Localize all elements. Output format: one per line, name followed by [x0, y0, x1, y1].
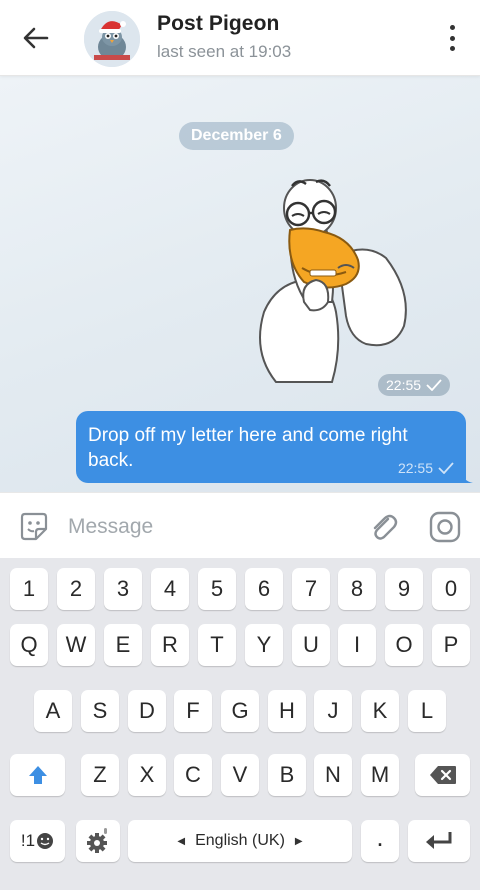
- chat-title[interactable]: Post Pigeon: [157, 12, 279, 36]
- key-r[interactable]: R: [151, 624, 189, 666]
- key-k[interactable]: K: [361, 690, 399, 732]
- gear-icon: [87, 828, 107, 853]
- arrow-left-icon: [23, 27, 49, 49]
- space-key[interactable]: ◀ English (UK) ▶: [128, 820, 352, 862]
- check-icon: [438, 462, 454, 474]
- key-8[interactable]: 8: [338, 568, 376, 610]
- duck-sticker[interactable]: [246, 172, 416, 400]
- key-n[interactable]: N: [314, 754, 352, 796]
- enter-arrow-icon: [426, 832, 452, 849]
- key-1[interactable]: 1: [10, 568, 48, 610]
- sticker-emoji-icon[interactable]: [18, 511, 50, 543]
- shift-arrow-icon: [28, 766, 47, 784]
- key-j[interactable]: J: [314, 690, 352, 732]
- space-key-label-wrap: ◀ English (UK) ▶: [177, 832, 302, 850]
- last-seen-status: last seen at 19:03: [157, 42, 292, 61]
- bubble-tail: [461, 471, 473, 483]
- key-h[interactable]: H: [268, 690, 306, 732]
- outgoing-message-bubble[interactable]: Drop off my letter here and come right b…: [76, 411, 473, 483]
- key-l[interactable]: L: [408, 690, 446, 732]
- key-s[interactable]: S: [81, 690, 119, 732]
- key-x[interactable]: X: [128, 754, 166, 796]
- emoji-face-icon: [37, 833, 54, 849]
- avatar[interactable]: [84, 11, 140, 67]
- key-d[interactable]: D: [128, 690, 166, 732]
- key-u[interactable]: U: [292, 624, 330, 666]
- sticker-timestamp: 22:55: [378, 374, 451, 396]
- key-4[interactable]: 4: [151, 568, 189, 610]
- message-meta: 22:55: [398, 460, 454, 476]
- key-t[interactable]: T: [198, 624, 236, 666]
- key-7[interactable]: 7: [292, 568, 330, 610]
- backspace-key[interactable]: [415, 754, 470, 796]
- symbols-key-label: !1: [20, 831, 36, 850]
- pigeon-avatar-icon: [84, 11, 140, 67]
- key-w[interactable]: W: [57, 624, 95, 666]
- key-5[interactable]: 5: [198, 568, 236, 610]
- onscreen-keyboard: 1 2 3 4 5 6 7 8 9 0 Q W E R T Y U I O P …: [0, 558, 480, 890]
- back-button[interactable]: [16, 20, 56, 56]
- key-y[interactable]: Y: [245, 624, 283, 666]
- key-m[interactable]: M: [361, 754, 399, 796]
- key-9[interactable]: 9: [385, 568, 423, 610]
- backspace-icon: [429, 766, 456, 784]
- settings-key[interactable]: [76, 820, 120, 862]
- more-options-button[interactable]: [444, 22, 460, 54]
- chat-header: Post Pigeon last seen at 19:03: [0, 0, 480, 76]
- sticker-time-text: 22:55: [386, 377, 422, 393]
- symbols-key[interactable]: !1: [10, 820, 65, 862]
- key-i[interactable]: I: [338, 624, 376, 666]
- key-2[interactable]: 2: [57, 568, 95, 610]
- key-0[interactable]: 0: [432, 568, 470, 610]
- key-a[interactable]: A: [34, 690, 72, 732]
- period-key[interactable]: .: [361, 820, 399, 862]
- paperclip-icon[interactable]: [366, 510, 400, 544]
- key-q[interactable]: Q: [10, 624, 48, 666]
- date-separator: December 6: [179, 122, 294, 150]
- message-input[interactable]: [68, 511, 348, 543]
- key-p[interactable]: P: [432, 624, 470, 666]
- chat-area[interactable]: December 6 22:55 Drop off my letter here…: [0, 76, 480, 492]
- chevron-right-icon: ▶: [294, 835, 303, 847]
- message-input-bar: [0, 492, 480, 558]
- message-time: 22:55: [397, 460, 433, 476]
- key-o[interactable]: O: [385, 624, 423, 666]
- key-c[interactable]: C: [174, 754, 212, 796]
- more-vertical-icon: [449, 25, 455, 30]
- shift-key[interactable]: [10, 754, 65, 796]
- key-e[interactable]: E: [104, 624, 142, 666]
- enter-key[interactable]: [408, 820, 470, 862]
- key-f[interactable]: F: [174, 690, 212, 732]
- key-6[interactable]: 6: [245, 568, 283, 610]
- camera-icon[interactable]: [428, 510, 462, 544]
- keyboard-language-label: English (UK): [195, 832, 285, 849]
- chevron-left-icon: ◀: [177, 835, 186, 847]
- key-g[interactable]: G: [221, 690, 259, 732]
- key-3[interactable]: 3: [104, 568, 142, 610]
- key-b[interactable]: B: [268, 754, 306, 796]
- check-icon: [426, 379, 442, 391]
- key-v[interactable]: V: [221, 754, 259, 796]
- key-z[interactable]: Z: [81, 754, 119, 796]
